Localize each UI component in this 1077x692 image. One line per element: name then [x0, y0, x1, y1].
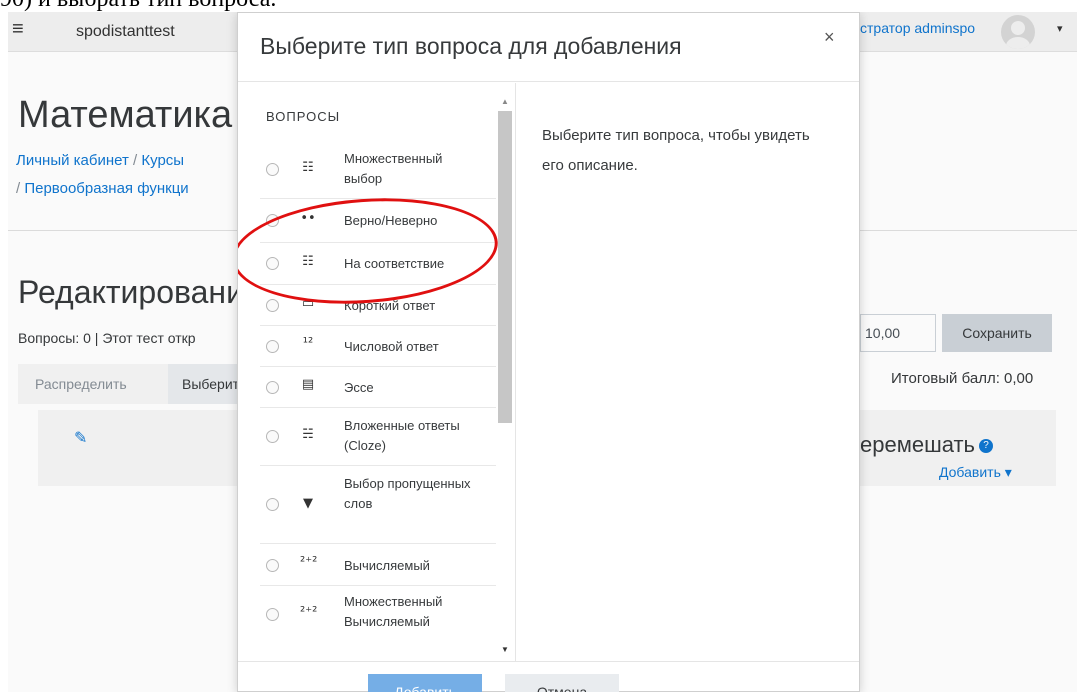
pane-divider [515, 83, 516, 661]
question-type-label: Вычисляемый [344, 558, 430, 573]
cancel-button[interactable]: Отмена [505, 674, 619, 692]
radio-button[interactable] [266, 430, 279, 443]
add-button[interactable]: Добавить [368, 674, 482, 692]
radio-button[interactable] [266, 163, 279, 176]
question-type-label: Эссе [344, 380, 374, 395]
list-scrollbar[interactable]: ▲ ▼ [498, 97, 512, 657]
browser-screenshot: ≡ spodistanttest стратор adminspo ▾ Мате… [8, 12, 1077, 692]
document-caption-text: 90) и выбрать тип вопроса. [0, 0, 276, 12]
cloze-icon: ☵ [302, 427, 314, 442]
dropdown-arrow-icon: ▼ [303, 496, 313, 511]
list-item[interactable]: ☵ Вложенные ответы (Cloze) [260, 408, 496, 466]
multichoice-icon: ☷ [302, 160, 314, 175]
scroll-up-icon[interactable]: ▲ [501, 97, 509, 106]
document-caption: 90) и выбрать тип вопроса. [0, 0, 1077, 12]
list-item[interactable]: ▤ Эссе [260, 367, 496, 408]
list-item[interactable]: ☷ Множественный выбор [260, 141, 496, 199]
scroll-down-icon[interactable]: ▼ [501, 645, 509, 654]
list-item[interactable]: ²⁺² Множественный Вычисляемый [260, 586, 496, 644]
calculated-multi-icon: ²⁺² [300, 605, 318, 620]
scroll-thumb[interactable] [498, 111, 512, 423]
question-type-list-pane: ВОПРОСЫ ☷ Множественный выбор •• Верно/Н… [238, 83, 515, 661]
radio-button[interactable] [266, 498, 279, 511]
essay-icon: ▤ [301, 377, 315, 392]
calculated-icon: ²⁺² [300, 555, 318, 570]
choose-question-type-dialog: Выберите тип вопроса для добавления × ВО… [237, 12, 860, 692]
list-item[interactable]: ¹² Числовой ответ [260, 326, 496, 367]
question-type-label: Числовой ответ [344, 339, 439, 354]
section-title: ВОПРОСЫ [266, 109, 341, 124]
radio-button[interactable] [266, 608, 279, 621]
radio-button[interactable] [266, 559, 279, 572]
close-icon[interactable]: × [824, 27, 835, 48]
radio-button[interactable] [266, 299, 279, 312]
question-type-label: Множественный выбор [344, 151, 443, 186]
list-item[interactable]: ▼ Выбор пропущенных слов [260, 466, 496, 544]
modal-title: Выберите тип вопроса для добавления [260, 33, 682, 59]
radio-button[interactable] [266, 381, 279, 394]
question-type-description: Выберите тип вопроса, чтобы увидеть его … [542, 127, 810, 174]
numerical-icon: ¹² [302, 336, 314, 351]
radio-button[interactable] [266, 340, 279, 353]
list-item[interactable]: ²⁺² Вычисляемый [260, 544, 496, 586]
modal-header: Выберите тип вопроса для добавления × [238, 13, 859, 82]
question-type-label: Вложенные ответы (Cloze) [344, 418, 460, 453]
question-type-label: Выбор пропущенных слов [344, 476, 471, 511]
question-type-label: Множественный Вычисляемый [344, 594, 443, 629]
